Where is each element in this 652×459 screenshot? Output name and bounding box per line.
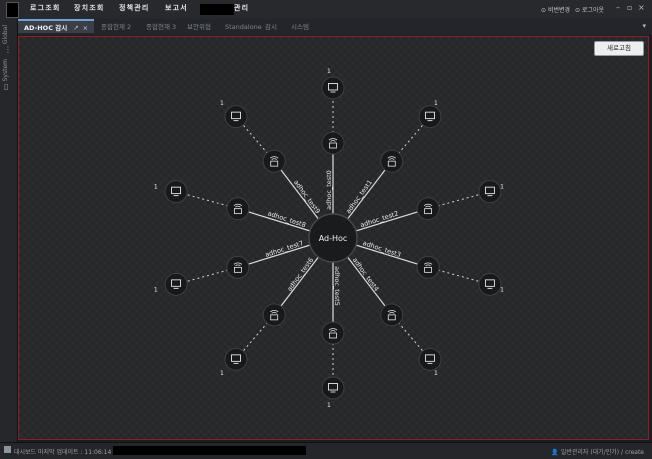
- adhoc-center-node[interactable]: Ad-Hoc: [308, 213, 358, 263]
- edge-label: adhoc_test0: [325, 170, 333, 210]
- access-point-node[interactable]: [416, 197, 440, 221]
- dashboard-icon: [4, 446, 11, 453]
- access-point-node[interactable]: [321, 131, 345, 155]
- access-point-node[interactable]: [262, 303, 286, 327]
- center-label: Ad-Hoc: [319, 234, 348, 243]
- pc-node[interactable]: [224, 347, 248, 371]
- node-count-label: 1: [220, 370, 224, 377]
- user-status-text: 👤 일반관리자 (대기/인가) / create: [551, 449, 644, 456]
- pc-node[interactable]: [164, 180, 188, 204]
- access-point-node[interactable]: [226, 197, 250, 221]
- node-count-label: 1: [500, 183, 504, 190]
- node-count-label: 1: [500, 287, 504, 294]
- pc-node[interactable]: [478, 272, 502, 296]
- node-count-label: 1: [327, 402, 331, 409]
- node-count-label: 1: [434, 100, 438, 107]
- access-point-node[interactable]: [380, 149, 404, 173]
- pc-node[interactable]: [321, 376, 345, 400]
- node-count-label: 1: [154, 287, 158, 294]
- pc-node[interactable]: [418, 105, 442, 129]
- edge-label: adhoc_test6: [285, 256, 315, 293]
- last-update-text: 대시보드 마지막 업데이트 : 11:06:14: [14, 449, 112, 456]
- redacted-block: [113, 446, 306, 455]
- network-graph: adhoc_test01adhoc_test11adhoc_test21adho…: [154, 68, 504, 409]
- access-point-node[interactable]: [416, 255, 440, 279]
- pc-node[interactable]: [224, 105, 248, 129]
- access-point-node[interactable]: [380, 303, 404, 327]
- node-count-label: 1: [220, 100, 224, 107]
- pc-node[interactable]: [321, 76, 345, 100]
- access-point-node[interactable]: [226, 255, 250, 279]
- node-count-label: 1: [434, 370, 438, 377]
- access-point-node[interactable]: [262, 149, 286, 173]
- pc-node[interactable]: [164, 272, 188, 296]
- edge-label: adhoc_test1: [344, 178, 374, 215]
- access-point-node[interactable]: [321, 321, 345, 345]
- status-bar: 대시보드 마지막 업데이트 : 11:06:14 👤 일반관리자 (대기/인가)…: [0, 442, 652, 459]
- edge-label: adhoc_test5: [333, 266, 341, 306]
- pc-node[interactable]: [418, 347, 442, 371]
- edge-label: adhoc_test9: [292, 178, 322, 215]
- node-count-label: 1: [327, 68, 331, 75]
- edge-label: adhoc_test4: [351, 256, 381, 293]
- user-status-label: 일반관리자 (대기/인가) / create: [560, 449, 644, 456]
- pc-node[interactable]: [478, 180, 502, 204]
- node-count-label: 1: [154, 183, 158, 190]
